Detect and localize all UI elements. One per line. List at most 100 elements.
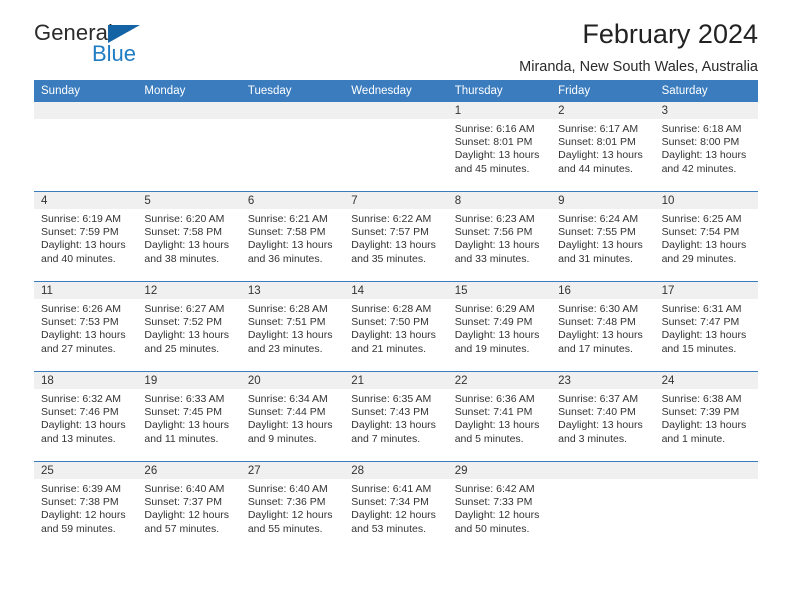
calendar-day-cell[interactable]: 19 Sunrise: 6:33 AM Sunset: 7:45 PM Dayligh…: [137, 372, 241, 461]
calendar-day-cell[interactable]: 5 Sunrise: 6:20 AM Sunset: 7:58 PM Daylight…: [137, 192, 241, 281]
daylight-text-line1: Daylight: 13 hours: [558, 239, 643, 252]
calendar-week-row: 1 Sunrise: 6:16 AM Sunset: 8:01 PM Daylight…: [34, 102, 758, 191]
calendar-day-cell[interactable]: 10 Sunrise: 6:25 AM Sunset: 7:54 PM Dayligh…: [654, 192, 758, 281]
daylight-text-line2: and 13 minutes.: [41, 432, 116, 445]
calendar-day-cell[interactable]: 29 Sunrise: 6:42 AM Sunset: 7:33 PM Dayligh…: [447, 462, 552, 551]
calendar-day-cell-empty: [137, 102, 241, 191]
calendar-day-cell[interactable]: 25 Sunrise: 6:39 AM Sunset: 7:38 PM Dayligh…: [34, 462, 138, 551]
calendar-day-cell[interactable]: 28 Sunrise: 6:41 AM Sunset: 7:34 PM Dayligh…: [344, 462, 448, 551]
calendar-grid: Sunday Monday Tuesday Wednesday Thursday…: [34, 80, 758, 551]
sunrise-text: Sunrise: 6:24 AM: [558, 213, 639, 225]
daylight-text-line1: Daylight: 13 hours: [351, 419, 436, 432]
calendar-week-row: 11 Sunrise: 6:26 AM Sunset: 7:53 PM Dayligh…: [34, 281, 758, 371]
calendar-week-row: 4 Sunrise: 6:19 AM Sunset: 7:59 PM Daylight…: [34, 191, 758, 281]
daylight-text-line2: and 21 minutes.: [351, 342, 426, 355]
weekday-header-sunday: Sunday: [41, 85, 81, 97]
day-details: Sunrise: 6:23 AM Sunset: 7:56 PM Daylight:…: [448, 209, 551, 266]
calendar-day-cell[interactable]: 3 Sunrise: 6:18 AM Sunset: 8:00 PM Daylight…: [654, 102, 758, 191]
daylight-text-line2: and 38 minutes.: [144, 252, 220, 265]
daylight-text-line1: Daylight: 13 hours: [558, 149, 643, 162]
daylight-text-line2: and 17 minutes.: [558, 342, 633, 355]
calendar-day-cell[interactable]: 11 Sunrise: 6:26 AM Sunset: 7:53 PM Dayligh…: [34, 282, 138, 371]
calendar-weeks: 1 Sunrise: 6:16 AM Sunset: 8:01 PM Daylight…: [34, 102, 758, 551]
day-details: Sunrise: 6:35 AM Sunset: 7:43 PM Daylight:…: [344, 389, 447, 446]
day-details: Sunrise: 6:38 AM Sunset: 7:39 PM Daylight:…: [655, 389, 758, 446]
page-subtitle: Miranda, New South Wales, Australia: [519, 58, 758, 75]
calendar-day-cell[interactable]: 17 Sunrise: 6:31 AM Sunset: 7:47 PM Dayligh…: [654, 282, 758, 371]
calendar-day-cell[interactable]: 24 Sunrise: 6:38 AM Sunset: 7:39 PM Dayligh…: [654, 372, 758, 461]
day-details: Sunrise: 6:28 AM Sunset: 7:50 PM Daylight:…: [344, 299, 447, 356]
day-number: 21: [344, 372, 448, 389]
daylight-text-line2: and 3 minutes.: [558, 432, 628, 445]
sunrise-text: Sunrise: 6:35 AM: [351, 393, 432, 405]
calendar-day-cell[interactable]: 27 Sunrise: 6:40 AM Sunset: 7:36 PM Dayligh…: [240, 462, 345, 551]
sunset-text: Sunset: 7:41 PM: [454, 406, 533, 419]
logo-text-blue: Blue: [92, 41, 137, 66]
daylight-text-line1: Daylight: 13 hours: [454, 239, 540, 252]
day-details: Sunrise: 6:32 AM Sunset: 7:46 PM Daylight:…: [34, 389, 137, 446]
daylight-text-line1: Daylight: 12 hours: [247, 509, 333, 522]
calendar-week-row: 18 Sunrise: 6:32 AM Sunset: 7:46 PM Dayligh…: [34, 371, 758, 461]
calendar-day-cell[interactable]: 1 Sunrise: 6:16 AM Sunset: 8:01 PM Daylight…: [447, 102, 552, 191]
calendar-day-cell[interactable]: 16 Sunrise: 6:30 AM Sunset: 7:48 PM Dayligh…: [551, 282, 655, 371]
day-number: 13: [240, 282, 345, 299]
calendar-day-cell[interactable]: 2 Sunrise: 6:17 AM Sunset: 8:01 PM Daylight…: [551, 102, 655, 191]
calendar-page: General Blue February 2024 Miranda, New …: [0, 0, 792, 612]
day-details: Sunrise: 6:31 AM Sunset: 7:47 PM Daylight:…: [655, 299, 758, 356]
daylight-text-line2: and 15 minutes.: [661, 342, 737, 355]
calendar-day-cell[interactable]: 6 Sunrise: 6:21 AM Sunset: 7:58 PM Daylight…: [240, 192, 345, 281]
daylight-text-line1: Daylight: 13 hours: [661, 239, 747, 252]
calendar-day-cell[interactable]: 14 Sunrise: 6:28 AM Sunset: 7:50 PM Dayligh…: [344, 282, 448, 371]
day-details: Sunrise: 6:33 AM Sunset: 7:45 PM Daylight:…: [137, 389, 240, 446]
daylight-text-line1: Daylight: 13 hours: [41, 329, 126, 342]
daylight-text-line1: Daylight: 13 hours: [661, 419, 747, 432]
sunrise-text: Sunrise: 6:37 AM: [558, 393, 639, 405]
day-number: 20: [240, 372, 345, 389]
calendar-day-cell-empty: [240, 102, 345, 191]
calendar-day-cell[interactable]: 15 Sunrise: 6:29 AM Sunset: 7:49 PM Dayligh…: [447, 282, 552, 371]
day-number: 28: [344, 462, 448, 479]
calendar-day-cell[interactable]: 21 Sunrise: 6:35 AM Sunset: 7:43 PM Dayligh…: [344, 372, 448, 461]
sunrise-text: Sunrise: 6:38 AM: [661, 393, 742, 405]
calendar-day-cell[interactable]: 8 Sunrise: 6:23 AM Sunset: 7:56 PM Daylight…: [447, 192, 552, 281]
daylight-text-line1: Daylight: 13 hours: [454, 149, 540, 162]
day-number: 16: [551, 282, 655, 299]
sunrise-text: Sunrise: 6:32 AM: [41, 393, 121, 405]
day-number: 26: [137, 462, 241, 479]
sunrise-text: Sunrise: 6:30 AM: [558, 303, 639, 315]
calendar-day-cell[interactable]: 4 Sunrise: 6:19 AM Sunset: 7:59 PM Daylight…: [34, 192, 138, 281]
sunrise-text: Sunrise: 6:41 AM: [351, 483, 432, 495]
weekday-header-row: Sunday Monday Tuesday Wednesday Thursday…: [34, 80, 758, 102]
calendar-day-cell[interactable]: 20 Sunrise: 6:34 AM Sunset: 7:44 PM Dayligh…: [240, 372, 345, 461]
daylight-text-line1: Daylight: 12 hours: [41, 509, 126, 522]
calendar-day-cell[interactable]: 26 Sunrise: 6:40 AM Sunset: 7:37 PM Dayligh…: [137, 462, 241, 551]
calendar-day-cell[interactable]: 13 Sunrise: 6:28 AM Sunset: 7:51 PM Dayligh…: [240, 282, 345, 371]
calendar-day-cell[interactable]: 22 Sunrise: 6:36 AM Sunset: 7:41 PM Dayligh…: [447, 372, 552, 461]
title-block: February 2024 Miranda, New South Wales, …: [519, 19, 758, 75]
sunrise-text: Sunrise: 6:31 AM: [661, 303, 742, 315]
day-number: 14: [344, 282, 448, 299]
day-number: [551, 462, 655, 479]
calendar-day-cell[interactable]: 9 Sunrise: 6:24 AM Sunset: 7:55 PM Daylight…: [551, 192, 655, 281]
sunset-text: Sunset: 7:45 PM: [144, 406, 223, 419]
sunset-text: Sunset: 8:00 PM: [661, 136, 740, 149]
calendar-day-cell[interactable]: 23 Sunrise: 6:37 AM Sunset: 7:40 PM Dayligh…: [551, 372, 655, 461]
day-number: [654, 462, 758, 479]
day-number: 8: [447, 192, 552, 209]
sunset-text: Sunset: 7:38 PM: [41, 496, 119, 509]
calendar-day-cell[interactable]: 18 Sunrise: 6:32 AM Sunset: 7:46 PM Dayligh…: [34, 372, 138, 461]
sunset-text: Sunset: 7:53 PM: [41, 316, 119, 329]
day-number: 18: [34, 372, 138, 389]
day-number: 15: [447, 282, 552, 299]
day-details: Sunrise: 6:36 AM Sunset: 7:41 PM Daylight:…: [448, 389, 551, 446]
daylight-text-line1: Daylight: 13 hours: [41, 419, 126, 432]
calendar-day-cell[interactable]: 12 Sunrise: 6:27 AM Sunset: 7:52 PM Dayligh…: [137, 282, 241, 371]
daylight-text-line1: Daylight: 13 hours: [661, 329, 747, 342]
day-details: Sunrise: 6:39 AM Sunset: 7:38 PM Daylight:…: [34, 479, 137, 536]
daylight-text-line1: Daylight: 12 hours: [454, 509, 540, 522]
daylight-text-line1: Daylight: 13 hours: [454, 419, 540, 432]
calendar-day-cell[interactable]: 7 Sunrise: 6:22 AM Sunset: 7:57 PM Daylight…: [344, 192, 448, 281]
sunrise-text: Sunrise: 6:16 AM: [454, 123, 535, 135]
daylight-text-line2: and 7 minutes.: [351, 432, 421, 445]
day-details: Sunrise: 6:20 AM Sunset: 7:58 PM Daylight:…: [137, 209, 240, 266]
